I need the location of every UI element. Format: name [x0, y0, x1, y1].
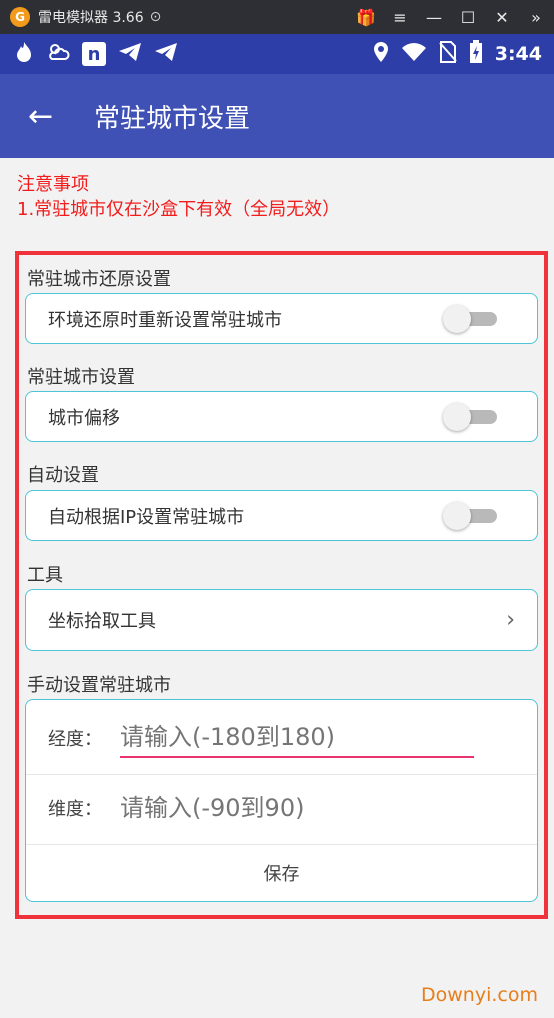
- longitude-label: 经度：: [48, 729, 102, 750]
- toggle-thumb: [443, 402, 471, 431]
- latitude-label: 维度：: [48, 799, 102, 820]
- location-icon: [373, 41, 389, 68]
- longitude-row: 经度：: [26, 718, 537, 758]
- chevron-right-icon: ›: [506, 607, 515, 633]
- divider: [26, 774, 537, 775]
- emulator-title: 雷电模拟器 3.66: [38, 10, 144, 26]
- content: 注意事项 1.常驻城市仅在沙盒下有效（全局无效） 常驻城市还原设置 环境还原时重…: [0, 158, 554, 1018]
- coordinate-picker-card[interactable]: 坐标拾取工具 ›: [25, 589, 538, 651]
- latitude-row: 维度：: [26, 788, 537, 828]
- minimize-icon[interactable]: —: [424, 8, 444, 27]
- telegram-icon: [154, 42, 178, 67]
- toggle-thumb: [443, 501, 471, 530]
- settings-highlight-frame: 常驻城市还原设置 环境还原时重新设置常驻城市 常驻城市设置 城市偏移 自动设置 …: [15, 251, 548, 919]
- gift-icon[interactable]: 🎁: [356, 8, 376, 27]
- section-label-tools: 工具: [27, 565, 63, 586]
- toggle-thumb: [443, 304, 471, 333]
- manual-city-card: 经度： 维度： 保存: [25, 699, 538, 902]
- emulator-title-bar: G 雷电模拟器 3.66 ⊙ 🎁 ≡ — ☐ ✕ »: [0, 0, 554, 34]
- notice-line: 1.常驻城市仅在沙盒下有效（全局无效）: [17, 199, 341, 220]
- notice-title: 注意事项: [17, 174, 89, 195]
- city-offset-toggle[interactable]: [443, 402, 499, 431]
- wifi-icon: [401, 42, 427, 67]
- gamepad-icon[interactable]: ⊙: [150, 9, 162, 25]
- watermark: Downyi.com: [421, 984, 538, 1006]
- section-label-manual: 手动设置常驻城市: [27, 675, 171, 696]
- clock: 3:44: [494, 43, 542, 65]
- flame-icon: [14, 41, 34, 68]
- auto-ip-toggle[interactable]: [443, 501, 499, 530]
- emulator-logo-icon: G: [10, 7, 30, 27]
- save-button[interactable]: 保存: [26, 860, 537, 886]
- menu-icon[interactable]: ≡: [390, 8, 410, 27]
- status-bar: n 3:44: [0, 34, 554, 74]
- restore-card[interactable]: 环境还原时重新设置常驻城市: [25, 293, 538, 344]
- city-offset-card[interactable]: 城市偏移: [25, 391, 538, 442]
- window-controls: 🎁 ≡ — ☐ ✕ »: [356, 0, 546, 34]
- notice: 注意事项 1.常驻城市仅在沙盒下有效（全局无效）: [17, 172, 340, 222]
- app-bar: ← 常驻城市设置: [0, 74, 554, 158]
- coordinate-picker-label: 坐标拾取工具: [48, 611, 156, 632]
- section-label-restore: 常驻城市还原设置: [27, 269, 171, 290]
- auto-ip-card[interactable]: 自动根据IP设置常驻城市: [25, 490, 538, 541]
- no-sim-icon: [438, 40, 457, 68]
- expand-sidebar-icon[interactable]: »: [526, 8, 546, 27]
- notification-icons: n: [14, 41, 178, 68]
- divider: [26, 844, 537, 845]
- back-arrow-icon[interactable]: ←: [28, 99, 68, 134]
- restore-toggle[interactable]: [443, 304, 499, 333]
- section-label-auto: 自动设置: [27, 465, 99, 486]
- latitude-input[interactable]: [120, 788, 474, 828]
- page-title: 常驻城市设置: [94, 103, 251, 134]
- system-icons: 3:44: [373, 34, 542, 74]
- telegram-icon: [118, 42, 142, 67]
- section-label-city: 常驻城市设置: [27, 367, 135, 388]
- n-icon: n: [82, 42, 106, 66]
- cloud-sun-icon: [46, 42, 70, 67]
- maximize-icon[interactable]: ☐: [458, 8, 478, 27]
- battery-charging-icon: [469, 39, 483, 69]
- longitude-input[interactable]: [120, 718, 474, 758]
- close-icon[interactable]: ✕: [492, 8, 512, 27]
